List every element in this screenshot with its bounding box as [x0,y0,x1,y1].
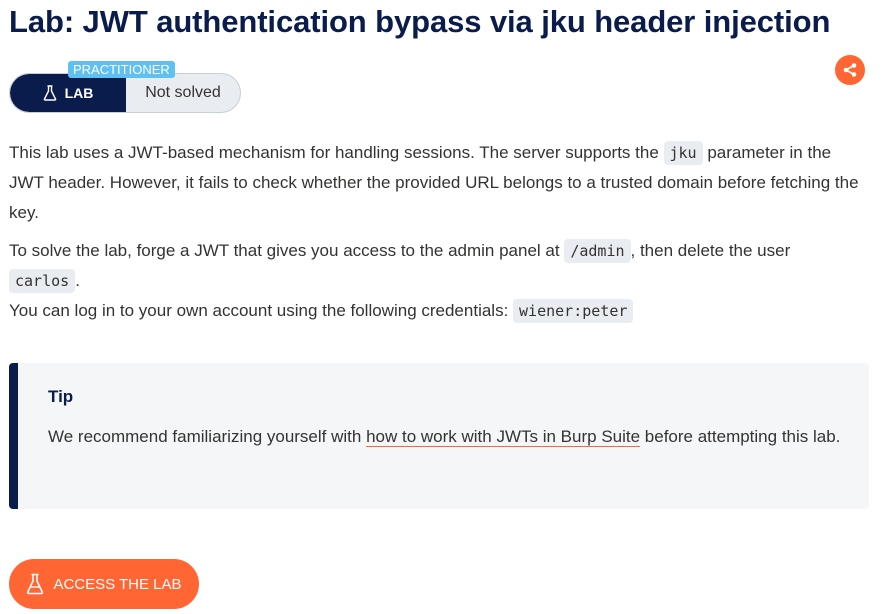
lab-description: This lab uses a JWT-based mechanism for … [9,138,869,334]
flask-icon [27,573,44,595]
lab-status: Not solved [145,84,221,101]
tip-box: Tip We recommend familiarizing yourself … [9,363,869,509]
tip-title: Tip [48,387,74,406]
description-text: This lab uses a JWT-based mechanism for … [9,143,664,162]
description-text: . [75,271,80,290]
inline-code-credentials: wiener:peter [513,299,634,323]
inline-code-carlos: carlos [9,269,76,293]
lab-type-label: LAB [10,74,126,112]
share-button[interactable] [835,55,865,85]
tip-text: We recommend familiarizing yourself with… [48,422,858,452]
jwt-burp-suite-link[interactable]: how to work with JWTs in Burp Suite [366,427,641,447]
description-paragraph-2: To solve the lab, forge a JWT that gives… [9,236,869,296]
page-title: Lab: JWT authentication bypass via jku h… [9,4,831,39]
tip-text-part: before attempting this lab. [640,427,841,446]
access-lab-label: ACCESS THE LAB [53,575,182,593]
description-text: You can log in to your own account using… [9,301,514,320]
description-text: , then delete the user [630,241,791,260]
access-lab-button[interactable]: ACCESS THE LAB [9,559,199,609]
share-icon [843,63,857,77]
inline-code-admin: /admin [564,239,631,263]
inline-code-jku: jku [663,141,703,165]
level-tag: PRACTITIONER [68,61,175,78]
lab-status-pill: LAB Not solved [9,73,241,113]
tip-text-part: We recommend familiarizing yourself with [48,427,367,446]
description-text: To solve the lab, forge a JWT that gives… [9,241,565,260]
description-paragraph-3: You can log in to your own account using… [9,296,869,326]
lab-type-text: LAB [64,85,94,101]
description-paragraph-1: This lab uses a JWT-based mechanism for … [9,138,869,228]
flask-icon [43,85,56,101]
